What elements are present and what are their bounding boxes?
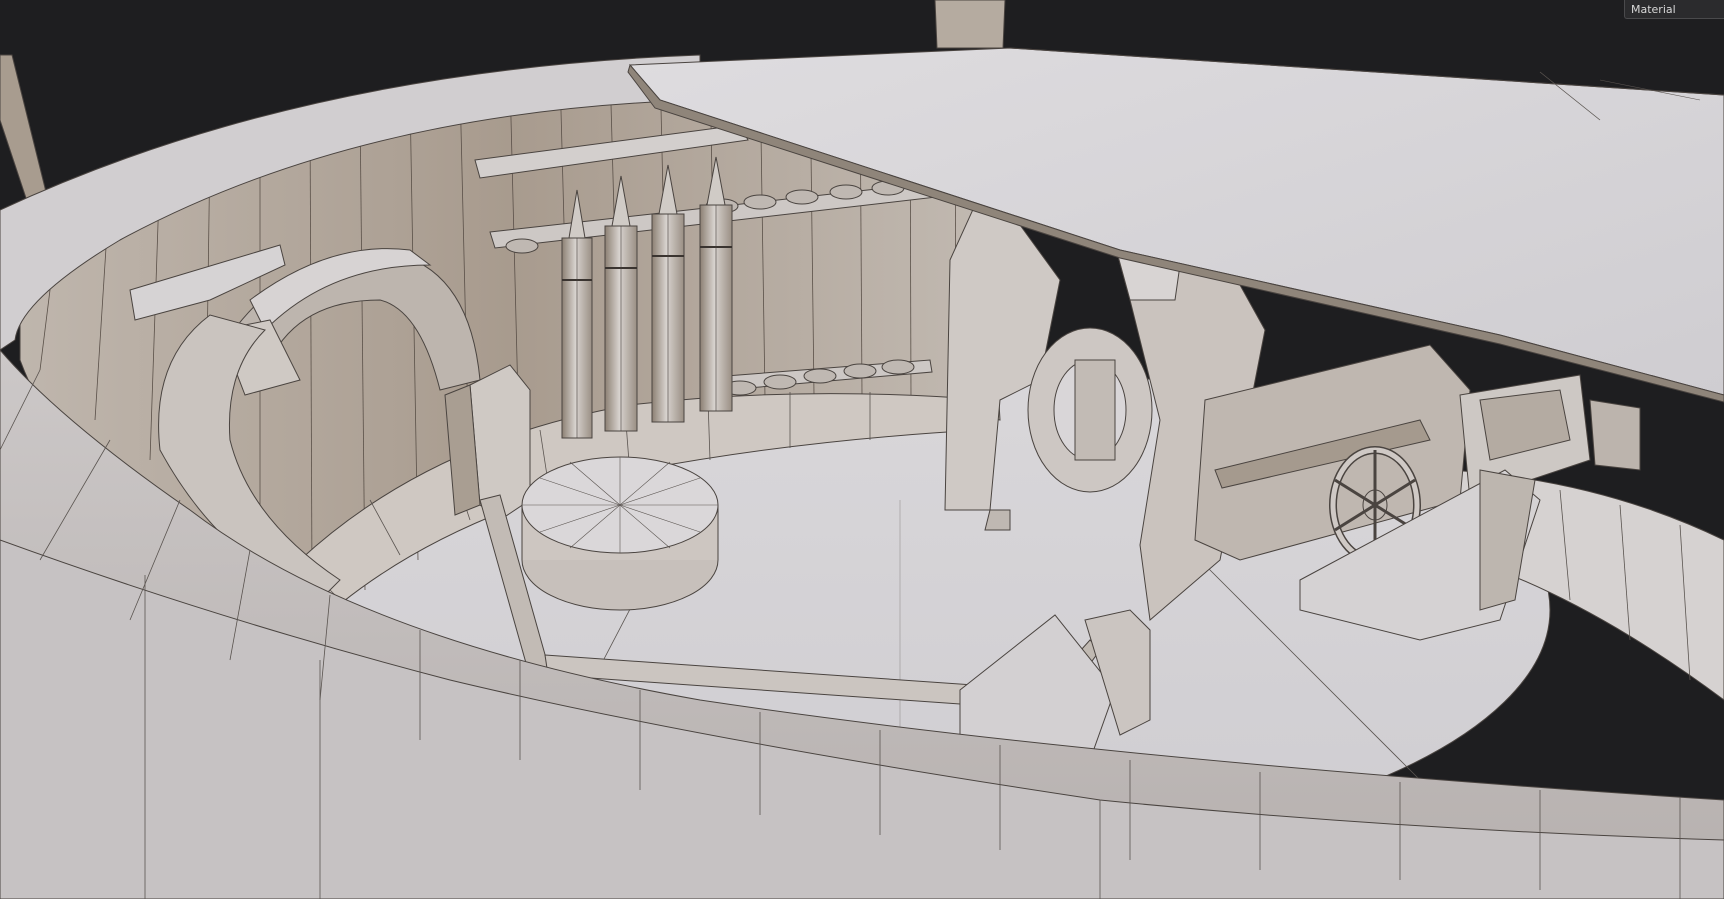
3d-viewport[interactable]: Material bbox=[0, 0, 1724, 899]
viewport-shading-mode-label[interactable]: Material bbox=[1624, 0, 1724, 19]
viewport-scene bbox=[0, 0, 1724, 899]
seat-cushion bbox=[521, 456, 719, 611]
gun-breech-ring bbox=[1027, 327, 1153, 493]
